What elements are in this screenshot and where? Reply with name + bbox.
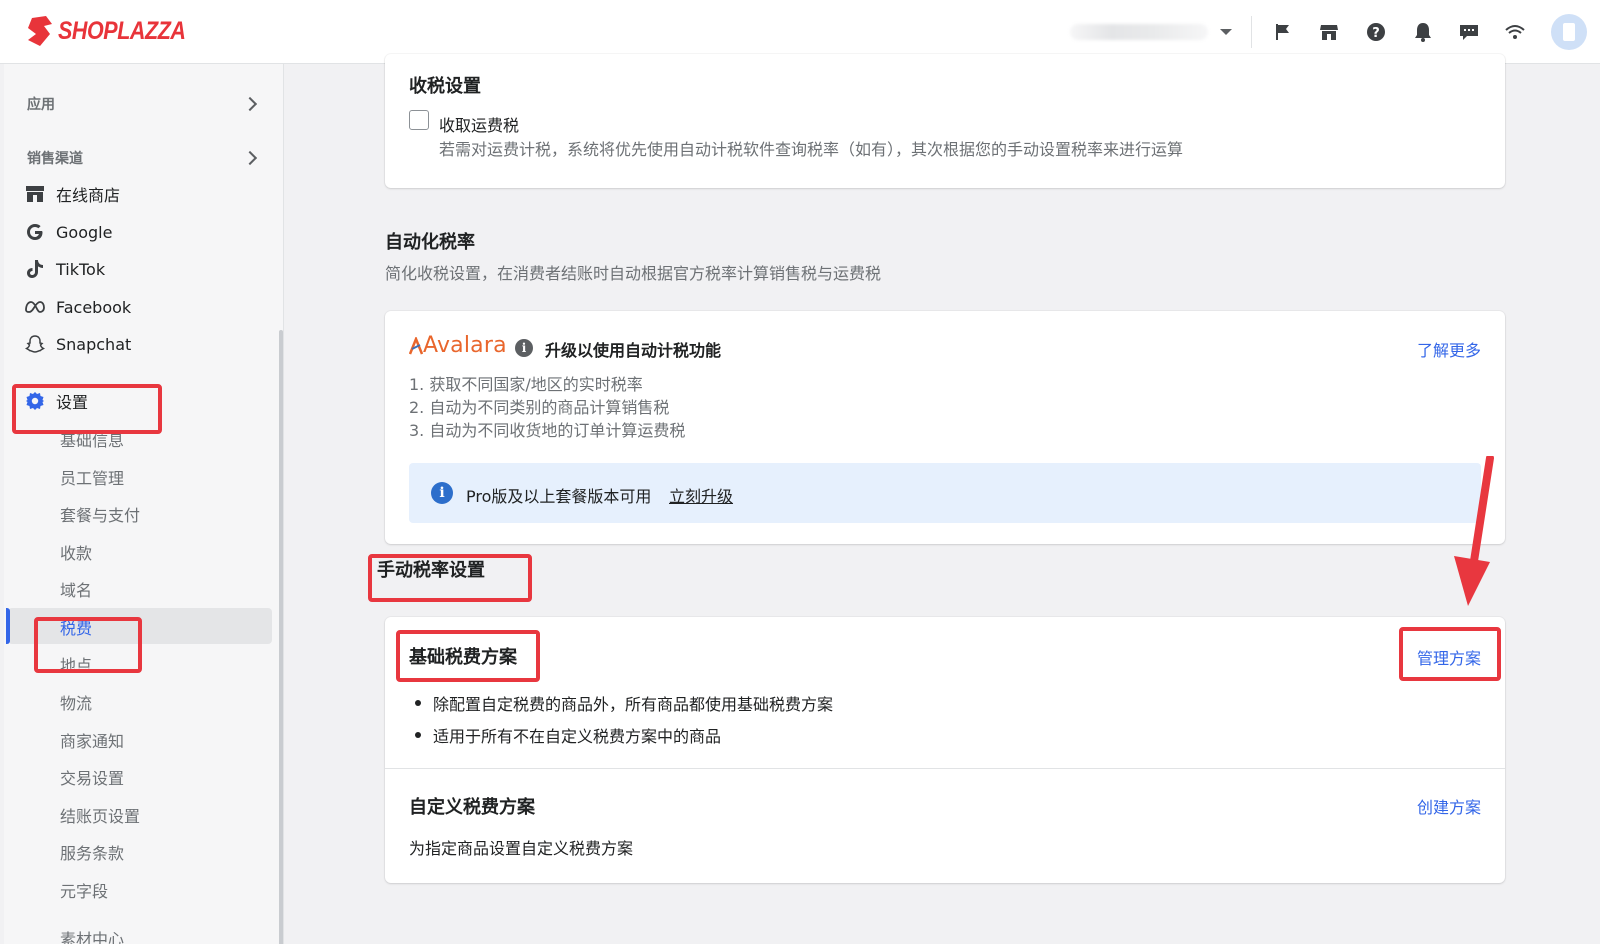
upgrade-banner: i Pro版及以上套餐版本可用 立刻升级 xyxy=(409,463,1481,523)
sidebar-subitem-domains[interactable]: 域名 xyxy=(60,577,92,601)
sidebar: 应用 销售渠道 在线商店 Google TikTok Facebook Snap… xyxy=(4,64,284,944)
svg-text:?: ? xyxy=(1372,26,1380,41)
section-description: 简化收税设置，在消费者结账时自动根据官方税率计算销售税与运费税 xyxy=(385,264,882,283)
sidebar-item-settings[interactable]: 设置 xyxy=(24,388,88,414)
sidebar-subitem-shipping[interactable]: 物流 xyxy=(60,690,92,714)
sidebar-item-label: Google xyxy=(56,222,113,242)
caret-down-icon xyxy=(1220,29,1232,35)
sidebar-scrollbar[interactable] xyxy=(279,330,283,944)
google-icon xyxy=(24,221,46,243)
sidebar-item-facebook[interactable]: Facebook xyxy=(24,294,131,320)
feature-item: 3. 自动为不同收货地的订单计算运费税 xyxy=(409,421,686,440)
basic-plan-title: 基础税费方案 xyxy=(409,647,517,668)
section-title-auto-tax: 自动化税率 xyxy=(385,232,475,253)
chat-icon[interactable] xyxy=(1457,20,1481,44)
checkbox-help-text: 若需对运费计税，系统将优先使用自动计税软件查询税率（如有），其次根据您的手动设置… xyxy=(439,140,1184,159)
sidebar-subitem-checkout-page[interactable]: 结账页设置 xyxy=(60,803,140,827)
sidebar-subitem-metafields[interactable]: 元字段 xyxy=(60,878,108,902)
sidebar-subitem-policies[interactable]: 服务条款 xyxy=(60,840,124,864)
bullet-item: 适用于所有不在自定义税费方案中的商品 xyxy=(415,723,721,747)
sidebar-subitem-locations[interactable]: 地点 xyxy=(60,652,92,676)
sidebar-subitem-media-center[interactable]: 素材中心 xyxy=(60,926,124,944)
feature-item: 2. 自动为不同类别的商品计算销售税 xyxy=(409,398,670,417)
custom-plan-description: 为指定商品设置自定义税费方案 xyxy=(409,839,634,858)
avalara-wordmark: Avalara xyxy=(423,333,507,358)
chevron-right-icon[interactable] xyxy=(242,96,258,112)
sidebar-subitem-plan-billing[interactable]: 套餐与支付 xyxy=(60,502,140,526)
gear-icon xyxy=(24,390,46,412)
tax-plans-card: 基础税费方案 管理方案 除配置自定税费的商品外，所有商品都使用基础税费方案 适用… xyxy=(385,617,1505,883)
feature-item: 1. 获取不同国家/地区的实时税率 xyxy=(409,375,643,394)
bell-icon[interactable] xyxy=(1411,20,1435,44)
learn-more-link[interactable]: 了解更多 xyxy=(1417,337,1481,361)
store-icon[interactable] xyxy=(1317,20,1341,44)
chevron-right-icon[interactable] xyxy=(242,150,258,166)
annotation-arrow xyxy=(1454,456,1494,606)
sidebar-group-apps[interactable]: 应用 xyxy=(27,94,55,114)
sidebar-item-google[interactable]: Google xyxy=(24,219,112,245)
sidebar-subitem-staff[interactable]: 员工管理 xyxy=(60,465,124,489)
store-name-redacted xyxy=(1070,24,1208,40)
shoplazza-logo[interactable]: SHOPLAZZA xyxy=(26,16,206,46)
bullet-text: 除配置自定税费的商品外，所有商品都使用基础税费方案 xyxy=(433,695,834,714)
bullet-text: 适用于所有不在自定义税费方案中的商品 xyxy=(433,727,722,746)
info-icon[interactable]: i xyxy=(515,339,533,357)
sidebar-group-channels[interactable]: 销售渠道 xyxy=(27,148,83,168)
banner-text: Pro版及以上套餐版本可用 xyxy=(466,487,652,506)
flag-icon[interactable] xyxy=(1271,20,1295,44)
snapchat-icon xyxy=(24,333,46,355)
store-selector[interactable] xyxy=(1070,20,1232,44)
info-circle-icon: i xyxy=(431,482,453,504)
avalara-logo: Avalara xyxy=(409,333,507,358)
main-content: 收税设置 收取运费税 若需对运费计税，系统将优先使用自动计税软件查询税率（如有）… xyxy=(285,54,1600,944)
tiktok-icon xyxy=(24,258,46,280)
sidebar-item-label: 在线商店 xyxy=(56,186,121,205)
sidebar-item-online-store[interactable]: 在线商店 xyxy=(24,181,120,207)
help-icon[interactable]: ? xyxy=(1364,20,1388,44)
bullet-dot xyxy=(415,732,421,738)
divider xyxy=(385,768,1505,769)
storefront-icon xyxy=(24,183,46,205)
sidebar-subitem-basic-info[interactable]: 基础信息 xyxy=(60,427,124,451)
header-divider xyxy=(1251,16,1252,48)
sidebar-subitem-payments[interactable]: 收款 xyxy=(60,540,92,564)
wifi-icon[interactable] xyxy=(1503,20,1527,44)
section-title-manual-tax: 手动税率设置 xyxy=(377,560,485,581)
shipping-tax-checkbox[interactable] xyxy=(409,110,429,130)
meta-icon xyxy=(24,296,46,318)
sidebar-item-label: Facebook xyxy=(56,297,132,317)
sidebar-item-label: 设置 xyxy=(56,393,89,412)
card-title: 收税设置 xyxy=(409,76,481,97)
avatar-glyph xyxy=(1563,23,1575,41)
avalara-logo-mark xyxy=(409,336,423,354)
sidebar-subitem-checkout-settings[interactable]: 交易设置 xyxy=(60,765,124,789)
active-item-indicator xyxy=(6,608,10,644)
upgrade-now-link[interactable]: 立刻升级 xyxy=(669,483,733,507)
user-avatar[interactable] xyxy=(1551,14,1587,50)
manage-plan-link[interactable]: 管理方案 xyxy=(1417,645,1481,669)
tax-collection-card: 收税设置 收取运费税 若需对运费计税，系统将优先使用自动计税软件查询税率（如有）… xyxy=(385,54,1505,188)
sidebar-subitem-taxes[interactable]: 税费 xyxy=(60,615,92,639)
bullet-item: 除配置自定税费的商品外，所有商品都使用基础税费方案 xyxy=(415,691,833,715)
sidebar-item-snapchat[interactable]: Snapchat xyxy=(24,331,131,357)
avalara-card: Avalara i 升级以使用自动计税功能 了解更多 1. 获取不同国家/地区的… xyxy=(385,311,1505,544)
sidebar-subitem-notifications[interactable]: 商家通知 xyxy=(60,728,124,752)
upgrade-title: 升级以使用自动计税功能 xyxy=(545,341,722,360)
sidebar-item-label: TikTok xyxy=(56,259,106,279)
sidebar-item-tiktok[interactable]: TikTok xyxy=(24,256,105,282)
custom-plan-title: 自定义税费方案 xyxy=(409,797,535,818)
checkbox-label[interactable]: 收取运费税 xyxy=(439,112,519,136)
shoplazza-logo-icon xyxy=(28,16,52,46)
bullet-dot xyxy=(415,700,421,706)
brand-name: SHOPLAZZA xyxy=(58,16,186,45)
create-plan-link[interactable]: 创建方案 xyxy=(1417,794,1481,818)
sidebar-item-label: Snapchat xyxy=(56,334,132,354)
active-item-highlight xyxy=(8,608,272,644)
